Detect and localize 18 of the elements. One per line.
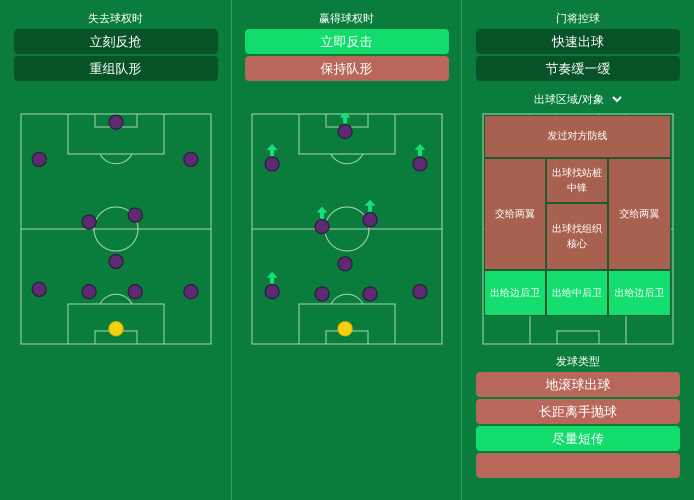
option-button[interactable]: 节奏缓一缓	[476, 56, 680, 81]
section-title: 失去球权时	[88, 11, 143, 27]
zone-button[interactable]: 发过对方防线	[484, 115, 671, 158]
option-button[interactable]: 保持队形	[244, 56, 448, 81]
zone-button[interactable]: 交给两翼	[608, 158, 671, 270]
section-title: 发球类型	[556, 354, 600, 370]
option-button[interactable]: 重组队形	[14, 56, 218, 81]
chevron-down-icon[interactable]	[612, 96, 622, 102]
zone-button[interactable]: 出球找站桩中锋	[546, 158, 608, 203]
zone-button[interactable]: 出球找组织核心	[546, 203, 608, 270]
section-title: 门将控球	[556, 11, 600, 27]
option-button[interactable]: 立刻反抢	[14, 29, 218, 54]
zone-button[interactable]: 交给两翼	[484, 158, 546, 270]
option-button[interactable]: 地滚球出球	[476, 372, 680, 397]
option-button[interactable]: 长距离手抛球	[476, 399, 680, 424]
option-button[interactable]: 快速出球	[476, 29, 680, 54]
zones-title: 出球区域/对象	[534, 92, 604, 106]
section-title: 赢得球权时	[319, 11, 374, 27]
